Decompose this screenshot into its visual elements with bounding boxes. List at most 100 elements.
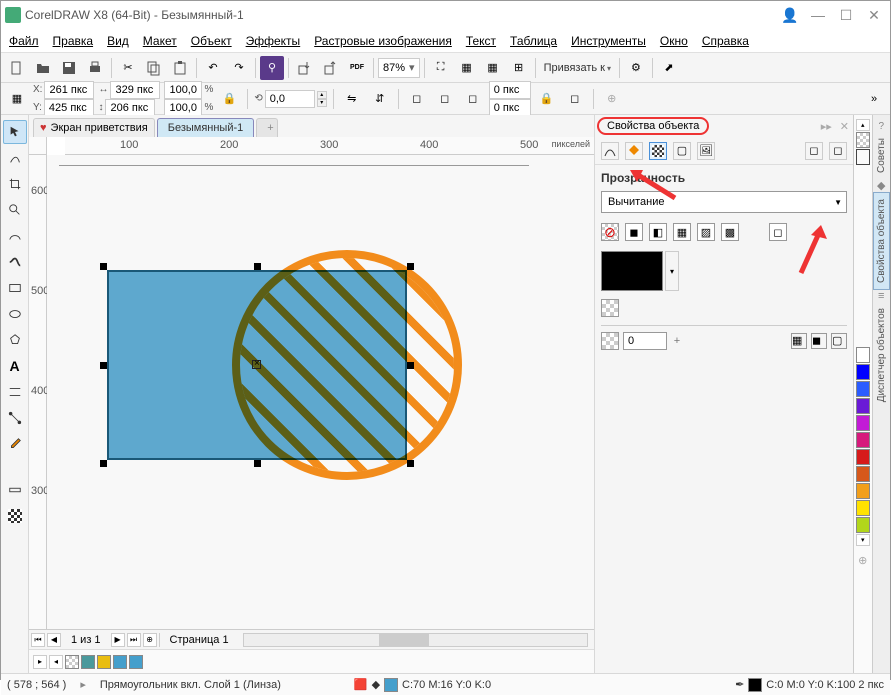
maximize-button[interactable]: ☐ (834, 5, 858, 25)
palette-color[interactable] (856, 483, 870, 499)
mirror-h-icon[interactable]: ⇋ (340, 87, 364, 111)
menu-layout[interactable]: Макет (143, 34, 177, 48)
export-icon[interactable] (319, 56, 343, 80)
help-icon[interactable]: ? (878, 121, 884, 132)
palette-down[interactable]: ▾ (856, 534, 870, 546)
zoom-tool[interactable] (3, 198, 27, 222)
paste-icon[interactable] (168, 56, 192, 80)
copy-icon[interactable] (142, 56, 166, 80)
freehand-tool[interactable] (3, 224, 27, 248)
user-icon[interactable]: 👤 (778, 5, 802, 25)
open-icon[interactable] (31, 56, 55, 80)
lock-ratio-icon[interactable]: 🔒 (217, 87, 241, 111)
interactive-tool[interactable] (3, 478, 27, 502)
import-icon[interactable] (293, 56, 317, 80)
image-prop-icon[interactable]: 🖼 (697, 142, 715, 160)
add-icon[interactable]: ⊕ (600, 87, 624, 111)
corner-y-input[interactable]: 0 пкс (489, 99, 531, 117)
target-fill-icon[interactable]: ◼ (811, 333, 827, 349)
page-prev[interactable]: ◀ (47, 633, 61, 647)
overflow-icon[interactable]: » (862, 87, 886, 111)
lock-corner-icon[interactable]: 🔒 (535, 87, 559, 111)
crop-tool[interactable] (3, 172, 27, 196)
palette-color[interactable] (856, 449, 870, 465)
connector-tool[interactable] (3, 406, 27, 430)
menu-help[interactable]: Справка (702, 34, 749, 48)
relative-icon[interactable]: ◻ (563, 87, 587, 111)
shape-rectangle[interactable] (107, 270, 407, 460)
side-tab-tips[interactable]: Советы (874, 132, 889, 179)
target-all-icon[interactable]: ▦ (791, 333, 807, 349)
menu-effects[interactable]: Эффекты (246, 34, 301, 48)
menu-text[interactable]: Текст (466, 34, 496, 48)
scale-y-input[interactable]: 100,0 (164, 99, 202, 117)
ellipse-tool[interactable] (3, 302, 27, 326)
palette-color[interactable] (856, 364, 870, 380)
dropper-tool[interactable] (3, 432, 27, 456)
color-none[interactable] (65, 655, 79, 669)
menu-table[interactable]: Таблица (510, 34, 557, 48)
presets-icon[interactable]: ▦ (5, 87, 29, 111)
mirror-v-icon[interactable]: ⇵ (368, 87, 392, 111)
outline-prop-icon[interactable] (601, 142, 619, 160)
corner-icon[interactable]: ◻ (405, 87, 429, 111)
trans-edit-icon[interactable]: ◻ (769, 223, 787, 241)
color-swatch[interactable] (129, 655, 143, 669)
side-tab-manager[interactable]: Диспетчер объектов (874, 302, 889, 408)
color-swatch[interactable] (81, 655, 95, 669)
height-input[interactable]: 206 пкс (105, 99, 155, 117)
trans-uniform-icon[interactable]: ◼ (625, 223, 643, 241)
print-icon[interactable] (83, 56, 107, 80)
corner-x-input[interactable]: 0 пкс (489, 81, 531, 99)
swatch-dropdown[interactable]: ▾ (665, 251, 679, 291)
palette-color[interactable] (856, 398, 870, 414)
trans-fountain-icon[interactable]: ◧ (649, 223, 667, 241)
docker-close-icon[interactable]: ✕ (836, 120, 853, 133)
y-input[interactable]: 425 пкс (44, 99, 94, 117)
artistic-tool[interactable] (3, 250, 27, 274)
cut-icon[interactable]: ✂ (116, 56, 140, 80)
menu-file[interactable]: Файл (9, 34, 39, 48)
pdf-icon[interactable]: PDF (345, 56, 369, 80)
x-input[interactable]: 261 пкс (44, 81, 94, 99)
page-tab[interactable]: Страница 1 (162, 634, 237, 646)
trans-none-icon[interactable]: ⊘ (601, 223, 619, 241)
undo-icon[interactable]: ↶ (201, 56, 225, 80)
scale-x-input[interactable]: 100,0 (164, 81, 202, 99)
parallel-tool[interactable] (3, 380, 27, 404)
pick-tool[interactable] (3, 120, 27, 144)
opacity-input[interactable]: 0 (623, 332, 667, 350)
fill-prop-icon[interactable] (625, 142, 643, 160)
tab-welcome[interactable]: ♥Экран приветствия (33, 118, 155, 137)
palette-add-icon[interactable]: ⊕ (858, 554, 867, 567)
redo-icon[interactable]: ↷ (227, 56, 251, 80)
rectangle-tool[interactable] (3, 276, 27, 300)
rulers-icon[interactable]: ▦ (455, 56, 479, 80)
options-icon[interactable]: ⚙ (624, 56, 648, 80)
dock1-icon[interactable]: ◻ (805, 142, 823, 160)
fullscreen-icon[interactable]: ⛶ (429, 56, 453, 80)
page-first[interactable]: ⏮ (31, 633, 45, 647)
trans-bitmap-icon[interactable]: ▨ (697, 223, 715, 241)
palette-up[interactable]: ▴ (856, 119, 870, 131)
page-next[interactable]: ▶ (111, 633, 125, 647)
corner2-icon[interactable]: ◻ (433, 87, 457, 111)
zoom-input[interactable]: 87%▾ (378, 58, 420, 78)
drawing-canvas[interactable] (47, 155, 594, 629)
palette-color[interactable] (856, 500, 870, 516)
checker-swatch[interactable] (601, 299, 619, 317)
menu-object[interactable]: Объект (191, 34, 232, 48)
page-add[interactable]: ⊕ (143, 633, 157, 647)
color-swatch[interactable] (113, 655, 127, 669)
side-tab-props[interactable]: Свойства объекта (873, 192, 890, 290)
trans-texture-icon[interactable]: ▩ (721, 223, 739, 241)
text-tool[interactable]: A (3, 354, 27, 378)
menu-tools[interactable]: Инструменты (571, 34, 646, 48)
tab-add[interactable]: + (256, 118, 278, 137)
polygon-tool[interactable] (3, 328, 27, 352)
width-input[interactable]: 329 пкс (110, 81, 160, 99)
palette-none[interactable] (856, 132, 870, 148)
search-icon[interactable]: ⚲ (260, 56, 284, 80)
color-swatch-black[interactable] (601, 251, 663, 291)
snap-dropdown[interactable]: Привязать к▾ (540, 62, 615, 74)
